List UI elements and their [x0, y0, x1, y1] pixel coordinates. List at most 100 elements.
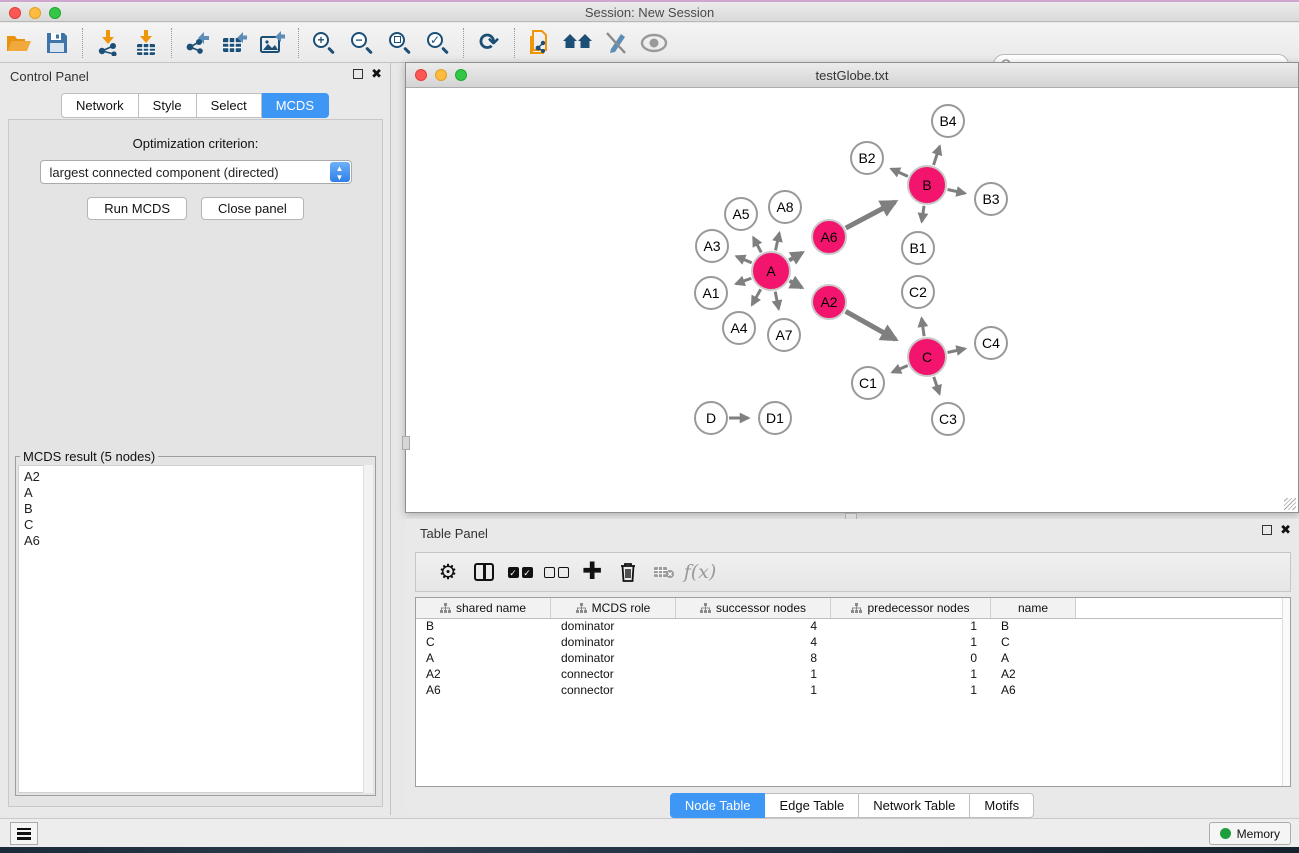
- result-item[interactable]: A6: [24, 533, 372, 549]
- edge-A-A6[interactable]: [789, 253, 802, 261]
- edge-A-A1[interactable]: [736, 278, 751, 284]
- close-panel-icon[interactable]: ✖: [371, 69, 382, 79]
- select-all-icon[interactable]: ✓✓: [502, 557, 538, 587]
- table-cell[interactable]: 1: [831, 619, 991, 635]
- zoom-in-icon[interactable]: +: [307, 27, 341, 59]
- tab-mcds[interactable]: MCDS: [262, 93, 329, 118]
- export-network-icon[interactable]: [180, 27, 214, 59]
- table-cell[interactable]: 0: [831, 651, 991, 667]
- edge-A2-C[interactable]: [846, 311, 896, 339]
- resize-grip-icon[interactable]: [1284, 498, 1296, 510]
- graph-node-C1[interactable]: C1: [851, 366, 885, 400]
- table-cell[interactable]: B: [416, 619, 551, 635]
- table-cell[interactable]: A: [416, 651, 551, 667]
- home-icon[interactable]: [561, 27, 595, 59]
- table-row[interactable]: Bdominator41B: [416, 619, 1290, 635]
- table-cell[interactable]: connector: [551, 683, 676, 699]
- graph-node-B1[interactable]: B1: [901, 231, 935, 265]
- float-table-panel-icon[interactable]: [1262, 525, 1272, 535]
- table-cell[interactable]: C: [991, 635, 1076, 651]
- delete-table-icon[interactable]: [646, 557, 682, 587]
- close-table-panel-icon[interactable]: ✖: [1280, 525, 1291, 535]
- graph-node-D[interactable]: D: [694, 401, 728, 435]
- run-mcds-button[interactable]: Run MCDS: [87, 197, 187, 220]
- table-cell[interactable]: 4: [676, 635, 831, 651]
- column-header-shared-name[interactable]: shared name: [416, 598, 551, 618]
- table-cell[interactable]: A6: [416, 683, 551, 699]
- table-cell[interactable]: 4: [676, 619, 831, 635]
- table-row[interactable]: Cdominator41C: [416, 635, 1290, 651]
- table-cell[interactable]: 1: [676, 667, 831, 683]
- graph-node-C[interactable]: C: [907, 337, 947, 377]
- import-table-icon[interactable]: [129, 27, 163, 59]
- criterion-dropdown[interactable]: largest connected component (directed) ▲…: [40, 160, 352, 184]
- save-icon[interactable]: [40, 27, 74, 59]
- table-cell[interactable]: 1: [676, 683, 831, 699]
- table-row[interactable]: A6connector11A6: [416, 683, 1290, 699]
- import-network-icon[interactable]: [91, 27, 125, 59]
- edge-A-A8[interactable]: [775, 233, 779, 250]
- zoom-selected-icon[interactable]: ✓: [421, 27, 455, 59]
- edge-A-A7[interactable]: [775, 292, 779, 309]
- graph-node-B4[interactable]: B4: [931, 104, 965, 138]
- table-cell[interactable]: B: [991, 619, 1076, 635]
- table-cell[interactable]: A2: [991, 667, 1076, 683]
- graph-node-C2[interactable]: C2: [901, 275, 935, 309]
- graph-node-A7[interactable]: A7: [767, 318, 801, 352]
- edge-A-A5[interactable]: [753, 238, 761, 253]
- edge-B-B3[interactable]: [948, 189, 965, 193]
- graph-node-A1[interactable]: A1: [694, 276, 728, 310]
- new-network-from-selection-icon[interactable]: [523, 27, 557, 59]
- table-cell[interactable]: 1: [831, 667, 991, 683]
- table-cell[interactable]: 1: [831, 683, 991, 699]
- edge-C-C2[interactable]: [922, 318, 924, 336]
- edge-C-C3[interactable]: [934, 377, 940, 394]
- table-cell[interactable]: A6: [991, 683, 1076, 699]
- close-panel-button[interactable]: Close panel: [201, 197, 304, 220]
- graph-node-B[interactable]: B: [907, 165, 947, 205]
- tab-network[interactable]: Network: [61, 93, 139, 118]
- table-row[interactable]: Adominator80A: [416, 651, 1290, 667]
- refresh-icon[interactable]: ⟳: [472, 27, 506, 59]
- graph-node-C3[interactable]: C3: [931, 402, 965, 436]
- graph-node-A6[interactable]: A6: [811, 219, 847, 255]
- result-scrollbar[interactable]: [363, 465, 373, 793]
- result-item[interactable]: C: [24, 517, 372, 533]
- edge-A-A2[interactable]: [790, 281, 802, 288]
- graph-node-A5[interactable]: A5: [724, 197, 758, 231]
- graph-node-A3[interactable]: A3: [695, 229, 729, 263]
- tab-edge-table[interactable]: Edge Table: [765, 793, 859, 818]
- column-header-successor-nodes[interactable]: successor nodes: [676, 598, 831, 618]
- table-cell[interactable]: A2: [416, 667, 551, 683]
- table-cell[interactable]: C: [416, 635, 551, 651]
- open-folder-icon[interactable]: [2, 27, 36, 59]
- edge-C-C4[interactable]: [948, 349, 965, 353]
- table-cell[interactable]: dominator: [551, 651, 676, 667]
- tab-motifs[interactable]: Motifs: [970, 793, 1034, 818]
- table-cell[interactable]: 8: [676, 651, 831, 667]
- deselect-all-icon[interactable]: [538, 557, 574, 587]
- graph-node-D1[interactable]: D1: [758, 401, 792, 435]
- result-item[interactable]: A: [24, 485, 372, 501]
- table-cell[interactable]: connector: [551, 667, 676, 683]
- add-column-icon[interactable]: ✚: [574, 557, 610, 587]
- graph-node-A8[interactable]: A8: [768, 190, 802, 224]
- float-panel-icon[interactable]: [353, 69, 363, 79]
- table-scrollbar[interactable]: [1282, 598, 1290, 786]
- tab-node-table[interactable]: Node Table: [670, 793, 766, 818]
- zoom-fit-icon[interactable]: [383, 27, 417, 59]
- function-builder-button[interactable]: f(x): [682, 557, 718, 587]
- column-visibility-icon[interactable]: [466, 557, 502, 587]
- table-cell[interactable]: 1: [831, 635, 991, 651]
- edge-B-B1[interactable]: [922, 206, 924, 222]
- tab-style[interactable]: Style: [139, 93, 197, 118]
- graph-node-B3[interactable]: B3: [974, 182, 1008, 216]
- hide-annotations-icon[interactable]: [599, 27, 633, 59]
- show-graphics-details-icon[interactable]: [637, 27, 671, 59]
- mcds-result-list[interactable]: A2ABCA6: [18, 465, 373, 793]
- table-row[interactable]: A2connector11A2: [416, 667, 1290, 683]
- table-cell[interactable]: A: [991, 651, 1076, 667]
- edge-A-A3[interactable]: [736, 256, 751, 262]
- column-header-predecessor-nodes[interactable]: predecessor nodes: [831, 598, 991, 618]
- graph-node-B2[interactable]: B2: [850, 141, 884, 175]
